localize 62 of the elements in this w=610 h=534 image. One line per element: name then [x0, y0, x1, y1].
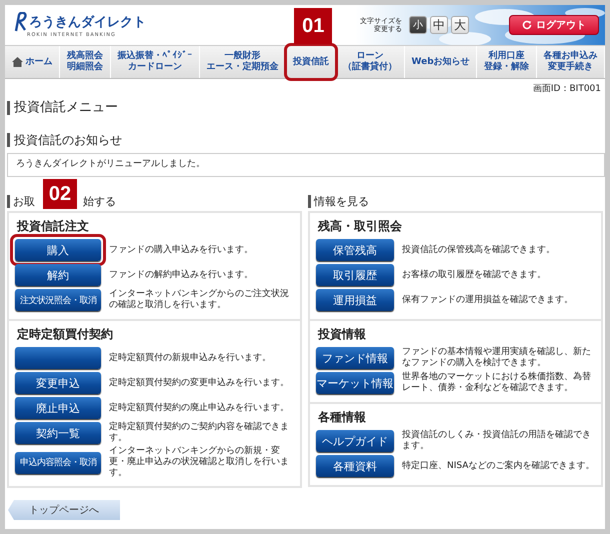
menu-button[interactable]: 廃止申込 [15, 397, 101, 419]
group-title: 定時定額買付契約 [17, 326, 114, 343]
nav-tab[interactable]: 一般財形 エース・定期預金 [206, 51, 279, 73]
description: 定時定額買付の新規申込みを行います。 [109, 352, 271, 364]
nav-tab[interactable]: ローン （証書貸付） [343, 51, 398, 73]
nav-tab[interactable]: ホーム [26, 56, 53, 68]
menu-button[interactable]: 申込内容照会・取消 [15, 452, 101, 474]
description: インターネットバンキングからの新規・変更・廃止申込みの状況確認と取消しを行います。 [109, 446, 290, 479]
menu-button[interactable]: 保管残高 [316, 239, 394, 261]
description: ファンドの解約申込みを行います。 [109, 270, 253, 280]
step-badge: 02 [43, 179, 77, 209]
description: インターネットバンキングからのご注文状況の確認と取消しを行います。 [109, 289, 290, 311]
refresh-icon [522, 20, 532, 30]
home-icon [12, 57, 23, 67]
logo-text: ろうきんダイレクト [29, 14, 146, 31]
menu-button[interactable]: マーケット情報 [316, 372, 394, 394]
group-title: 投資情報 [318, 326, 367, 343]
description: 特定口座、NISAなどのご案内を確認できます。 [402, 460, 594, 472]
group-title: 各種情報 [318, 409, 367, 426]
description: 保有ファンドの運用損益を確認できます。 [402, 294, 573, 306]
nav-tab[interactable]: Webお知らせ [412, 56, 470, 68]
nav-tab[interactable]: 利用口座 登録・解除 [484, 51, 529, 73]
nav-tab[interactable]: 各種お申込み 変更手続き [543, 51, 598, 73]
font-size-button[interactable]: 大 [451, 16, 469, 34]
menu-button[interactable]: 購入 [15, 239, 101, 261]
nav-tab[interactable]: 振込振替・ﾍﾟｲｼﾞｰ カードローン [117, 51, 192, 73]
menu-button[interactable]: 変更申込 [15, 372, 101, 394]
back-button[interactable]: トップページへ [8, 500, 120, 520]
section-heading: 始する [83, 195, 116, 208]
menu-button[interactable]: 各種資料 [316, 455, 394, 477]
blank-button[interactable] [15, 347, 101, 369]
description: 定時定額買付契約の変更申込みを行います。 [109, 378, 289, 388]
logout-button[interactable]: ログアウト [509, 15, 599, 35]
menu-button[interactable]: ヘルプガイド [316, 430, 394, 452]
menu-button[interactable]: 解約 [15, 264, 101, 286]
menu-button[interactable]: 注文状況照会・取消 [15, 289, 101, 311]
screen-id: 画面ID：BIT001 [532, 83, 602, 93]
description: ファンドの購入申込みを行います。 [109, 244, 253, 256]
menu-button[interactable]: 契約一覧 [15, 422, 101, 444]
notice-text: ろうきんダイレクトがリニューアルしました。 [7, 153, 605, 177]
description: 定時定額買付契約の廃止申込みを行います。 [109, 402, 289, 414]
nav-tab[interactable]: 残高照会 明細照会 [66, 51, 103, 73]
description: 世界各地のマーケットにおける株価指数、為替レート、債券・金利などを確認できます。 [402, 372, 592, 394]
menu-button[interactable]: 運用損益 [316, 289, 394, 311]
description: 投資信託の保管残高を確認できます。 [402, 244, 555, 256]
font-size-button[interactable]: 小 [409, 16, 427, 34]
menu-button[interactable]: ファンド情報 [316, 347, 394, 369]
step-badge: 01 [294, 8, 332, 44]
font-size-button[interactable]: 中 [430, 16, 448, 34]
description: お客様の取引履歴を確認できます。 [402, 270, 546, 280]
description: 投資信託のしくみ・投資信託の用語を確認できます。 [402, 430, 592, 452]
section-heading: 投資信託のお知らせ [7, 133, 605, 147]
section-heading: 情報を見る [314, 195, 369, 208]
logo-icon [13, 12, 27, 32]
group-title: 投資信託注文 [17, 218, 90, 235]
description: 定時定額買付契約のご契約内容を確認できます。 [109, 422, 290, 444]
description: ファンドの基本情報や運用実績を確認し、新たなファンドの購入を検討できます。 [402, 347, 592, 369]
section-heading: お取 [13, 195, 35, 208]
group-title: 残高・取引照会 [318, 218, 403, 235]
page-title: 投資信託メニュー [7, 101, 605, 115]
menu-button[interactable]: 取引履歴 [316, 264, 394, 286]
nav-tab[interactable]: 投資信託 [292, 56, 329, 68]
